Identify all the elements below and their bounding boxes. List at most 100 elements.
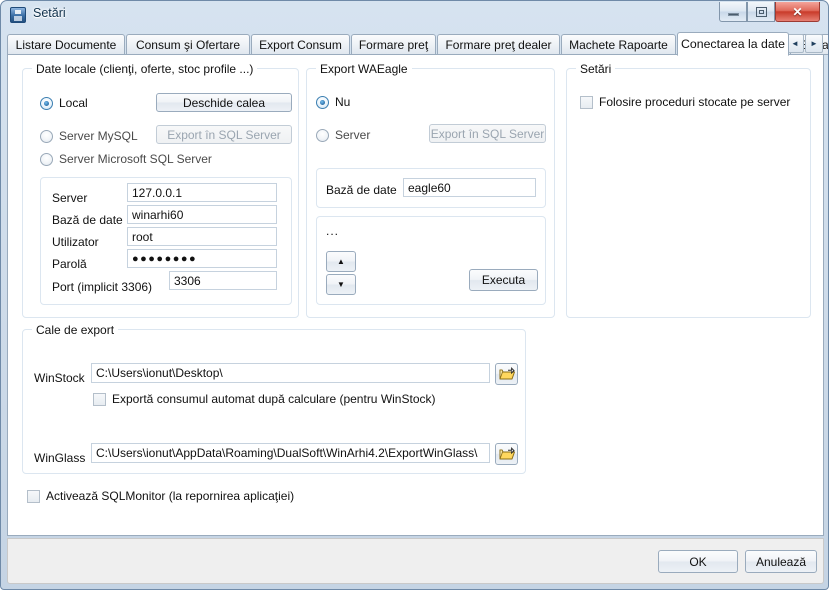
tab-conectarea-la-date[interactable]: Conectarea la date: [677, 32, 789, 56]
group-date-locale-legend: Date locale (clienţi, oferte, stoc profi…: [32, 62, 258, 76]
close-icon: ✕: [792, 4, 803, 19]
panel-connection-fields: Server 127.0.0.1 Bază de date winarhi60 …: [40, 177, 292, 305]
button-label: Anulează: [755, 554, 807, 569]
folder-open-icon: [499, 367, 515, 380]
button-label: Executa: [481, 273, 526, 287]
radio-dot-icon: [40, 129, 53, 143]
group-export-waeagle-legend: Export WAEagle: [316, 62, 412, 76]
chevron-left-icon: ◄: [791, 39, 799, 48]
folder-open-icon: [499, 447, 515, 460]
label-port: Port (implicit 3306): [52, 280, 153, 294]
triangle-up-icon: ▲: [337, 257, 345, 266]
radio-dot-icon: [316, 95, 329, 109]
winglass-path-input[interactable]: C:\Users\ionut\AppData\Roaming\DualSoft\…: [91, 443, 490, 463]
radio-label: Server Microsoft SQL Server: [59, 152, 212, 166]
title-bar: Setări ✕: [1, 1, 828, 29]
close-button[interactable]: ✕: [775, 2, 820, 22]
minimize-icon: [720, 2, 746, 21]
minimize-button[interactable]: [719, 2, 747, 22]
button-label: OK: [689, 554, 707, 569]
tab-export-consum[interactable]: Export Consum: [251, 34, 350, 55]
button-label: Export în SQL Server: [430, 126, 545, 141]
checkbox-activeaza-sqlmonitor[interactable]: Activează SQLMonitor (la repornirea apli…: [27, 489, 294, 503]
checkbox-auto-export-consum[interactable]: Exportă consumul automat după calculare …: [93, 392, 436, 406]
radio-server-mssql[interactable]: Server Microsoft SQL Server: [40, 152, 212, 166]
radio-local[interactable]: Local: [40, 96, 88, 110]
chevron-right-icon: ►: [810, 39, 818, 48]
triangle-down-icon: ▼: [337, 280, 345, 289]
username-input[interactable]: root: [127, 227, 277, 246]
radio-server-mysql[interactable]: Server MySQL: [40, 129, 138, 143]
button-label: Export în SQL Server: [167, 127, 281, 142]
export-sql-server-button-waeagle[interactable]: Export în SQL Server: [429, 124, 546, 143]
radio-dot-icon: [316, 128, 329, 142]
radio-label: Local: [59, 96, 88, 110]
database-input[interactable]: winarhi60: [127, 205, 277, 224]
tab-label: Machete Rapoarte: [569, 37, 668, 52]
app-icon: [10, 7, 26, 23]
panel-waeagle-script: ... ▲ ▼ Executa: [316, 216, 546, 305]
winstock-browse-button[interactable]: [495, 363, 518, 385]
group-setari-legend: Setări: [576, 62, 616, 76]
spinner-up-button[interactable]: ▲: [326, 251, 356, 272]
waeagle-database-input[interactable]: eagle60: [403, 178, 536, 197]
radio-label: Server MySQL: [59, 129, 138, 143]
password-input[interactable]: ●●●●●●●●: [127, 249, 277, 268]
window-title: Setări: [33, 6, 66, 20]
radio-waeagle-server[interactable]: Server: [316, 128, 370, 142]
tab-machete-rapoarte[interactable]: Machete Rapoarte: [561, 34, 676, 55]
group-cale-de-export-legend: Cale de export: [32, 323, 119, 337]
checkbox-label: Exportă consumul automat după calculare …: [112, 392, 436, 406]
server-input[interactable]: 127.0.0.1: [127, 183, 277, 202]
radio-dot-icon: [40, 152, 53, 166]
button-label: Deschide calea: [182, 95, 266, 110]
radio-label: Nu: [335, 95, 351, 109]
tab-label: Consum şi Ofertare: [135, 37, 241, 52]
checkbox-box-icon: [580, 95, 593, 109]
label-server: Server: [52, 191, 88, 205]
label-waeagle-baza-de-date: Bază de date: [326, 183, 397, 197]
restore-icon: [748, 2, 774, 21]
tab-listare-documente[interactable]: Listare Documente: [7, 34, 125, 55]
checkbox-box-icon: [93, 392, 106, 406]
tab-consum-si-ofertare[interactable]: Consum şi Ofertare: [126, 34, 250, 55]
checkbox-label: Activează SQLMonitor (la repornirea apli…: [46, 489, 295, 503]
label-winglass: WinGlass: [34, 451, 86, 465]
tab-formare-pret[interactable]: Formare preţ: [351, 34, 436, 55]
port-input[interactable]: 3306: [169, 271, 277, 290]
label-parola: Parolă: [52, 257, 87, 271]
group-date-locale: Date locale (clienţi, oferte, stoc profi…: [22, 62, 299, 318]
checkbox-label: Folosire proceduri stocate pe server: [599, 95, 791, 109]
winglass-browse-button[interactable]: [495, 443, 518, 465]
radio-dot-icon: [40, 96, 53, 110]
group-cale-de-export: Cale de export WinStock C:\Users\ionut\D…: [22, 323, 526, 474]
cancel-button[interactable]: Anulează: [745, 550, 817, 573]
checkbox-folosire-proceduri-stocate[interactable]: Folosire proceduri stocate pe server: [580, 95, 790, 109]
tab-strip: Listare Documente Consum şi Ofertare Exp…: [7, 32, 828, 56]
radio-waeagle-nu[interactable]: Nu: [316, 95, 350, 109]
dialog-footer: OK Anulează: [7, 538, 824, 584]
spinner-down-button[interactable]: ▼: [326, 274, 356, 295]
tab-scroll-right-button[interactable]: ►: [805, 34, 823, 53]
label-utilizator: Utilizator: [52, 235, 99, 249]
tab-formare-pret-dealer[interactable]: Formare preţ dealer: [437, 34, 560, 55]
export-sql-server-button-local[interactable]: Export în SQL Server: [156, 125, 292, 144]
deschide-calea-button[interactable]: Deschide calea: [156, 93, 292, 112]
settings-dialog-window: Setări ✕ Listare Documente Consum şi Ofe…: [0, 0, 829, 590]
group-setari: Setări Folosire proceduri stocate pe ser…: [566, 62, 811, 318]
winstock-path-input[interactable]: C:\Users\ionut\Desktop\: [91, 363, 490, 383]
label-winstock: WinStock: [34, 371, 85, 385]
radio-label: Server: [335, 128, 371, 142]
script-placeholder-text: ...: [326, 224, 340, 238]
restore-button[interactable]: [747, 2, 775, 22]
group-export-waeagle: Export WAEagle Nu Server Export în SQL S…: [306, 62, 555, 318]
label-baza-de-date: Bază de date: [52, 213, 123, 227]
tab-label: Formare preţ dealer: [445, 37, 552, 52]
panel-waeagle-database: Bază de date eagle60: [316, 168, 546, 208]
executa-button[interactable]: Executa: [469, 269, 538, 291]
tab-page-conectarea-la-date: Date locale (clienţi, oferte, stoc profi…: [7, 54, 824, 536]
tab-label: Formare preţ: [358, 37, 429, 52]
checkbox-box-icon: [27, 489, 40, 503]
tab-label: Export Consum: [259, 37, 342, 52]
ok-button[interactable]: OK: [658, 550, 738, 573]
